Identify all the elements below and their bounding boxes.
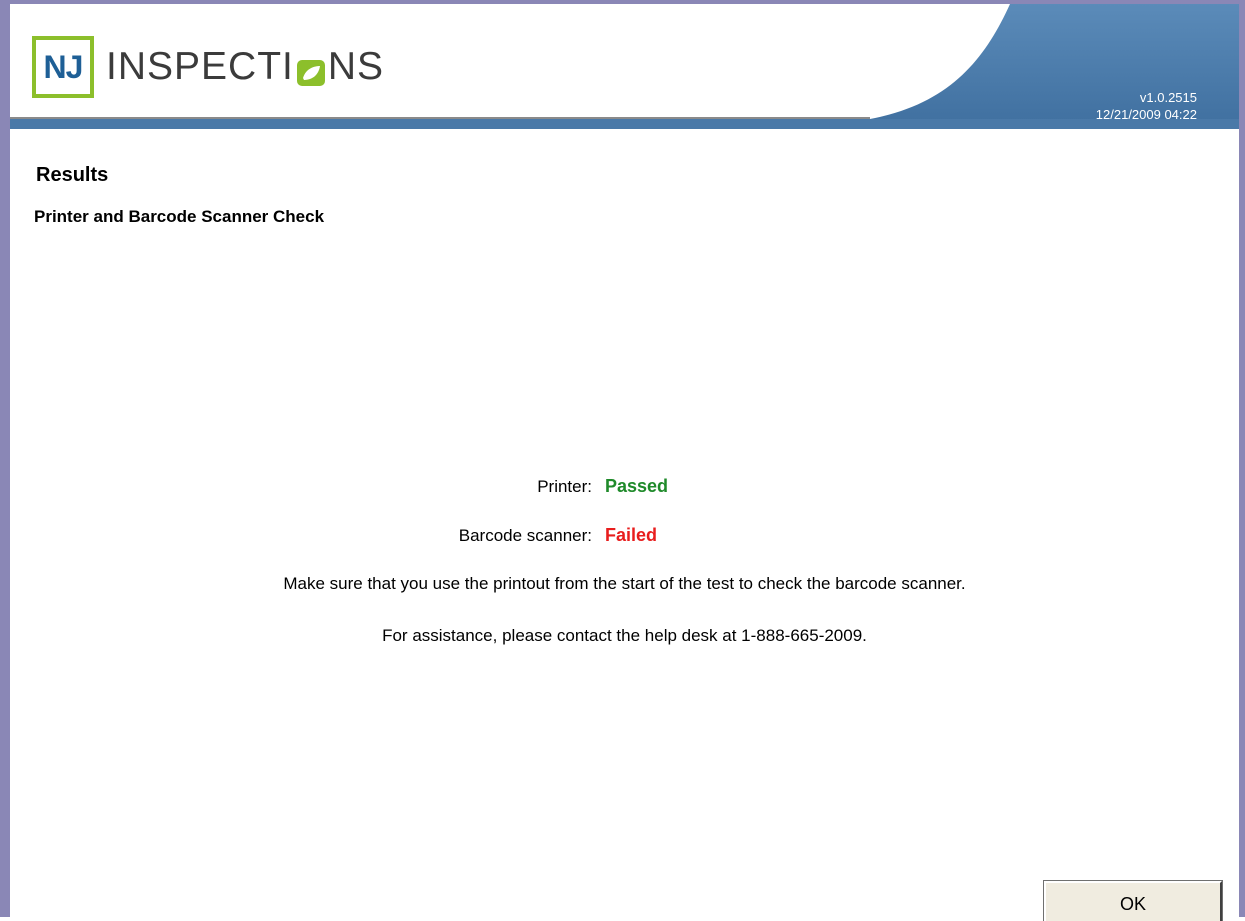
- instruction-message: Make sure that you use the printout from…: [283, 574, 966, 593]
- scanner-status: Failed: [605, 525, 658, 545]
- version-datetime: 12/21/2009 04:22: [1095, 107, 1197, 122]
- logo-text-left: INSPECTI: [106, 45, 294, 88]
- app-header: NJ INSPECTI NS v1.0.2515 12/21/2009 04:2…: [10, 4, 1239, 129]
- section-title: Printer and Barcode Scanner Check: [34, 207, 325, 226]
- logo-wordmark: INSPECTI NS: [106, 45, 384, 89]
- version-info: v1.0.2515 12/21/2009 04:22: [1096, 89, 1197, 123]
- printer-status: Passed: [605, 476, 669, 496]
- page-title: Results: [36, 164, 109, 186]
- assistance-message: For assistance, please contact the help …: [382, 626, 867, 645]
- ok-button[interactable]: OK: [1043, 880, 1223, 921]
- logo-nj-badge: NJ: [32, 36, 94, 98]
- printer-result-row: Printer: Passed: [10, 476, 668, 497]
- version-number: v1.0.2515: [1139, 90, 1197, 105]
- app-window: NJ INSPECTI NS v1.0.2515 12/21/2009 04:2…: [0, 0, 1245, 921]
- logo-text-right: NS: [327, 45, 385, 88]
- printer-label: Printer:: [537, 477, 592, 496]
- scanner-result-row: Barcode scanner: Failed: [10, 525, 657, 546]
- nj-inspections-logo: NJ INSPECTI NS: [32, 34, 384, 100]
- scanner-label: Barcode scanner:: [458, 526, 592, 545]
- logo-leaf-icon: [296, 53, 326, 86]
